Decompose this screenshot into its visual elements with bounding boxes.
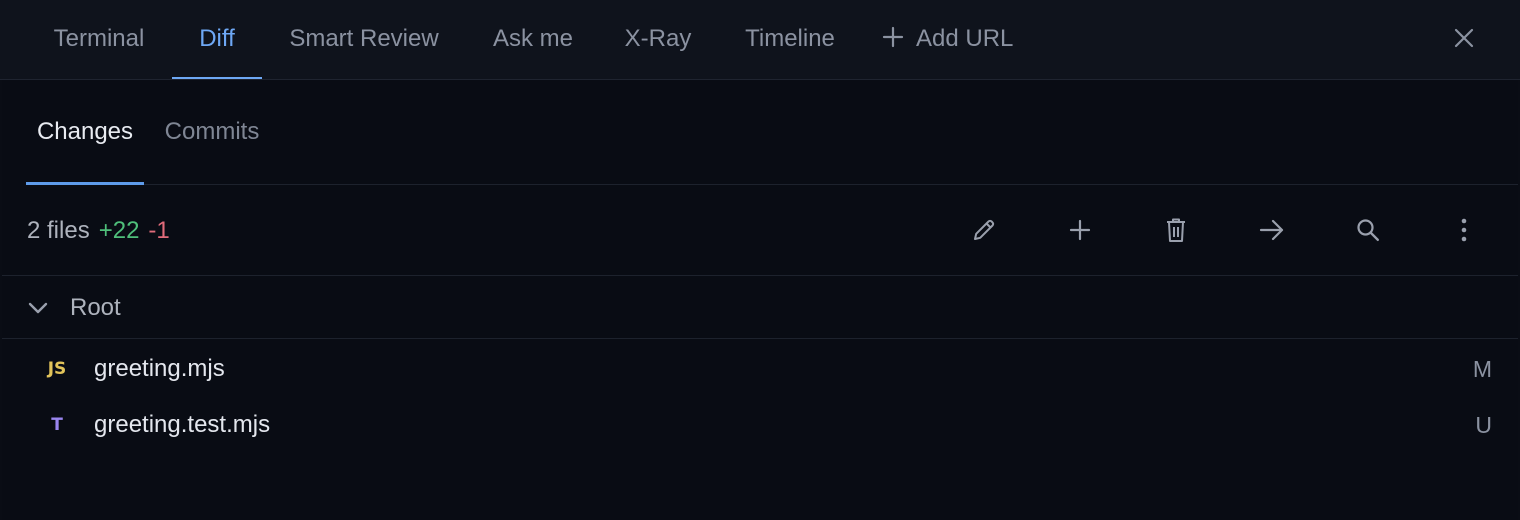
file-name: greeting.test.mjs: [94, 411, 271, 438]
more-vertical-icon: [1459, 217, 1469, 248]
file-status-badge: U: [1475, 411, 1492, 438]
top-tab-bar: Terminal Diff Smart Review Ask me X-Ray …: [0, 0, 1520, 80]
tab-ask-me[interactable]: Ask me: [476, 0, 590, 78]
add-url-button[interactable]: Add URL: [882, 0, 1013, 78]
lines-removed: -1: [148, 217, 170, 244]
sub-tab-bar: Changes Commits: [26, 80, 1518, 185]
plus-icon: [1067, 217, 1093, 248]
tab-changes[interactable]: Changes: [26, 80, 144, 185]
search-button[interactable]: [1348, 212, 1388, 252]
pencil-icon: [970, 216, 998, 249]
folder-label: Root: [70, 294, 121, 321]
file-row[interactable]: T greeting.test.mjs U: [2, 397, 1518, 453]
lines-added: +22: [98, 217, 140, 244]
javascript-file-icon: JS: [47, 359, 67, 379]
trash-icon: [1163, 216, 1189, 249]
discard-button[interactable]: [1156, 212, 1196, 252]
chevron-down-icon: [26, 296, 50, 320]
tab-diff[interactable]: Diff: [172, 0, 262, 79]
search-icon: [1354, 216, 1382, 249]
more-options-button[interactable]: [1444, 212, 1484, 252]
file-status-badge: M: [1472, 355, 1492, 382]
file-name: greeting.mjs: [94, 355, 225, 382]
test-file-icon: T: [51, 415, 63, 435]
tab-x-ray[interactable]: X-Ray: [608, 0, 708, 78]
add-button[interactable]: [1060, 212, 1100, 252]
add-url-label: Add URL: [916, 25, 1014, 52]
close-icon: [1453, 27, 1475, 54]
folder-root[interactable]: Root: [2, 277, 1518, 339]
plus-icon: [882, 24, 904, 54]
close-button[interactable]: [1448, 24, 1480, 56]
diff-panel: Changes Commits 2 files +22 -1 Root JS g…: [2, 80, 1518, 520]
tab-commits[interactable]: Commits: [154, 80, 270, 184]
changes-summary-bar: 2 files +22 -1: [2, 186, 1518, 276]
next-change-button[interactable]: [1252, 212, 1292, 252]
edit-button[interactable]: [964, 212, 1004, 252]
change-stats: 2 files +22 -1: [27, 186, 170, 276]
arrow-right-icon: [1258, 217, 1286, 248]
files-count: 2 files: [27, 217, 90, 244]
file-row[interactable]: JS greeting.mjs M: [2, 341, 1518, 397]
tab-terminal[interactable]: Terminal: [26, 0, 172, 78]
tab-timeline[interactable]: Timeline: [726, 0, 854, 78]
tab-smart-review[interactable]: Smart Review: [268, 0, 460, 78]
